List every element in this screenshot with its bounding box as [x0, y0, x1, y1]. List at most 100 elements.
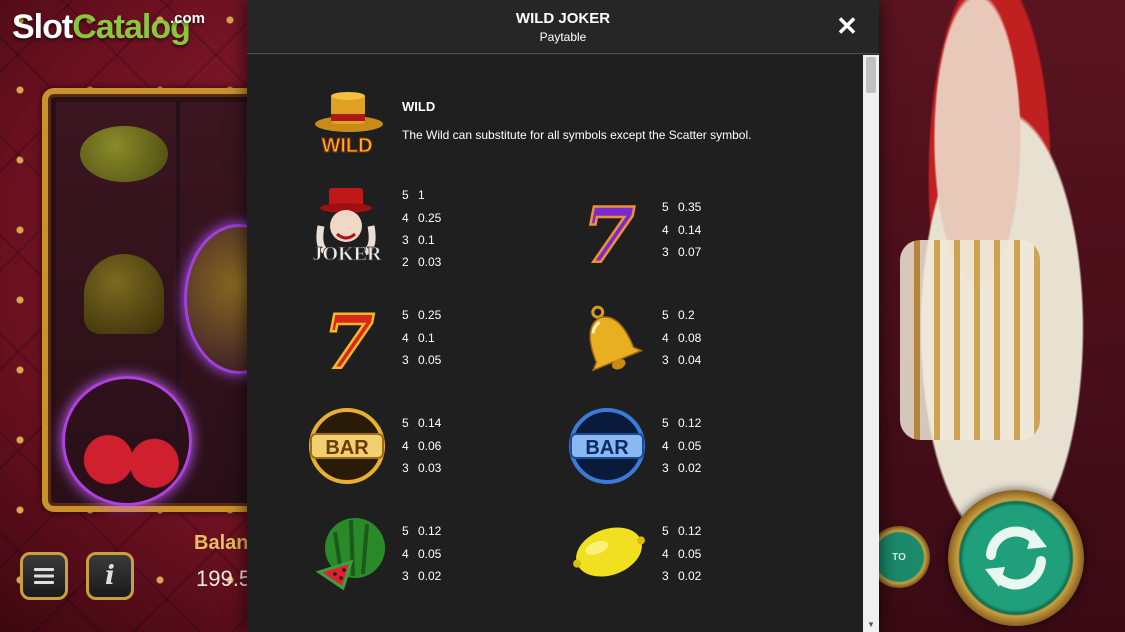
- pay-row: 3 0.02: [662, 457, 742, 479]
- paytable-scrollbar[interactable]: ▼: [863, 55, 879, 632]
- pay-count: 3: [662, 244, 669, 259]
- scrollbar-thumb[interactable]: [866, 57, 876, 93]
- info-button[interactable]: i: [86, 552, 134, 600]
- pay-row: 4 0.05: [402, 542, 482, 564]
- pay-row: 5 0.14: [402, 412, 482, 434]
- pay-value: 0.1: [418, 232, 435, 247]
- pay-row: 3 0.03: [402, 457, 482, 479]
- pay-value: 0.12: [418, 524, 442, 539]
- pay-count: 4: [402, 438, 409, 453]
- spin-button[interactable]: [948, 490, 1084, 626]
- gold-bar-text: BAR: [325, 437, 369, 459]
- blue-bar-icon: BAR: [567, 406, 647, 486]
- pay-row: 4 0.25: [402, 206, 482, 228]
- pay-count: 3: [402, 568, 409, 583]
- pay-count: 4: [402, 330, 409, 345]
- pay-row: 2 0.03: [402, 251, 482, 273]
- pay-value: 0.1: [418, 330, 435, 345]
- pay-count: 5: [402, 308, 409, 323]
- pay-value: 0.25: [418, 308, 442, 323]
- pay-value: 0.03: [418, 255, 442, 270]
- pay-row: 5 0.35: [662, 196, 742, 218]
- scroll-down-arrow-icon[interactable]: ▼: [866, 620, 876, 630]
- pay-value: 0.14: [678, 222, 702, 237]
- red-seven-icon: 7: [309, 299, 389, 388]
- autoplay-label: TO: [892, 551, 906, 563]
- pay-value: 0.05: [418, 352, 442, 367]
- purple-seven-text: 7: [583, 192, 636, 272]
- pay-value: 0.02: [678, 568, 702, 583]
- pay-value: 0.02: [418, 568, 442, 583]
- joker-paytable: 51 4 0.25 3 0.1 2 0.03: [402, 184, 482, 274]
- close-icon: ✕: [836, 11, 858, 41]
- pay-row: 5 0.12: [662, 520, 742, 542]
- pay-value: 0.05: [418, 546, 442, 561]
- pay-count: 3: [402, 460, 409, 475]
- pay-value: 0.07: [678, 244, 702, 259]
- bell-paytable: 5 0.2 4 0.08 3 0.04: [662, 304, 742, 371]
- pay-row: 5 0.12: [662, 412, 742, 434]
- purple-seven-paytable: 5 0.35 4 0.14 3 0.07: [662, 196, 742, 263]
- pay-count: 4: [662, 330, 669, 345]
- pay-row: 3 0.02: [662, 565, 742, 587]
- paytable-subtitle: Paytable: [539, 30, 587, 44]
- pay-row: 4 0.08: [662, 326, 742, 348]
- joker-icon-text: JOKER: [313, 243, 382, 265]
- watermelon-paytable: 5 0.12 4 0.05 3 0.02: [402, 520, 482, 587]
- pay-row: 5 0.25: [402, 304, 482, 326]
- pay-count: 4: [662, 546, 669, 561]
- purple-seven-icon: 7: [569, 190, 649, 282]
- pay-row: 5 0.2: [662, 304, 742, 326]
- pay-value: 0.12: [678, 416, 702, 431]
- pay-row: 3 0.02: [402, 565, 482, 587]
- pay-row: 4 0.06: [402, 434, 482, 456]
- cherry-icon: [62, 376, 192, 506]
- pay-value: 0.04: [678, 352, 702, 367]
- pay-count: 3: [662, 460, 669, 475]
- wild-icon-text: WILD: [321, 135, 372, 157]
- hamburger-icon: [34, 568, 54, 584]
- pay-value: 0.06: [418, 438, 442, 453]
- lemon-icon: [569, 516, 649, 596]
- watermelon-icon: [311, 512, 391, 592]
- pay-row: 3 0.1: [402, 229, 482, 251]
- pay-count: 5: [402, 524, 409, 539]
- pay-row: 4 0.05: [662, 542, 742, 564]
- pay-value: 1: [418, 188, 425, 203]
- wild-hat-icon: WILD: [309, 88, 385, 158]
- logo-com-text: .com: [170, 10, 206, 27]
- wild-heading: WILD: [402, 99, 436, 114]
- game-title: WILD JOKER: [515, 10, 611, 27]
- wild-description: The Wild can substitute for all symbols …: [402, 128, 752, 142]
- pay-count: 4: [402, 546, 409, 561]
- gold-bar-paytable: 5 0.14 4 0.06 3 0.03: [402, 412, 482, 479]
- menu-button[interactable]: [20, 552, 68, 600]
- gold-bar-icon: BAR: [307, 406, 387, 486]
- close-button[interactable]: ✕: [833, 12, 861, 40]
- pay-count: 5: [662, 200, 669, 215]
- pay-row: 5 0.12: [402, 520, 482, 542]
- pay-row: 4 0.05: [662, 434, 742, 456]
- pay-count: 3: [402, 232, 409, 247]
- pay-count: 3: [402, 352, 409, 367]
- pay-count: 3: [662, 352, 669, 367]
- blue-bar-paytable: 5 0.12 4 0.05 3 0.02: [662, 412, 742, 479]
- blue-bar-text: BAR: [585, 437, 629, 459]
- slotcatalog-logo: SlotCatalog .com: [12, 8, 205, 47]
- reel-frame: [42, 88, 300, 512]
- pay-count: 2: [402, 255, 409, 270]
- pay-count: 5: [402, 188, 409, 203]
- red-seven-paytable: 5 0.25 4 0.1 3 0.05: [402, 304, 482, 371]
- pay-count: 5: [662, 524, 669, 539]
- joker-costume-stripes: [900, 240, 1040, 440]
- pay-row: 3 0.04: [662, 349, 742, 371]
- pay-row: 3 0.07: [662, 241, 742, 263]
- balance-value: 199.5: [196, 566, 252, 591]
- pay-value: 0.05: [678, 438, 702, 453]
- lemon-icon: [80, 126, 168, 182]
- pay-count: 5: [662, 308, 669, 323]
- balance-label: Balan: [194, 532, 249, 554]
- pay-value: 0.35: [678, 200, 702, 215]
- pay-count: 4: [402, 210, 409, 225]
- pay-count: 5: [662, 416, 669, 431]
